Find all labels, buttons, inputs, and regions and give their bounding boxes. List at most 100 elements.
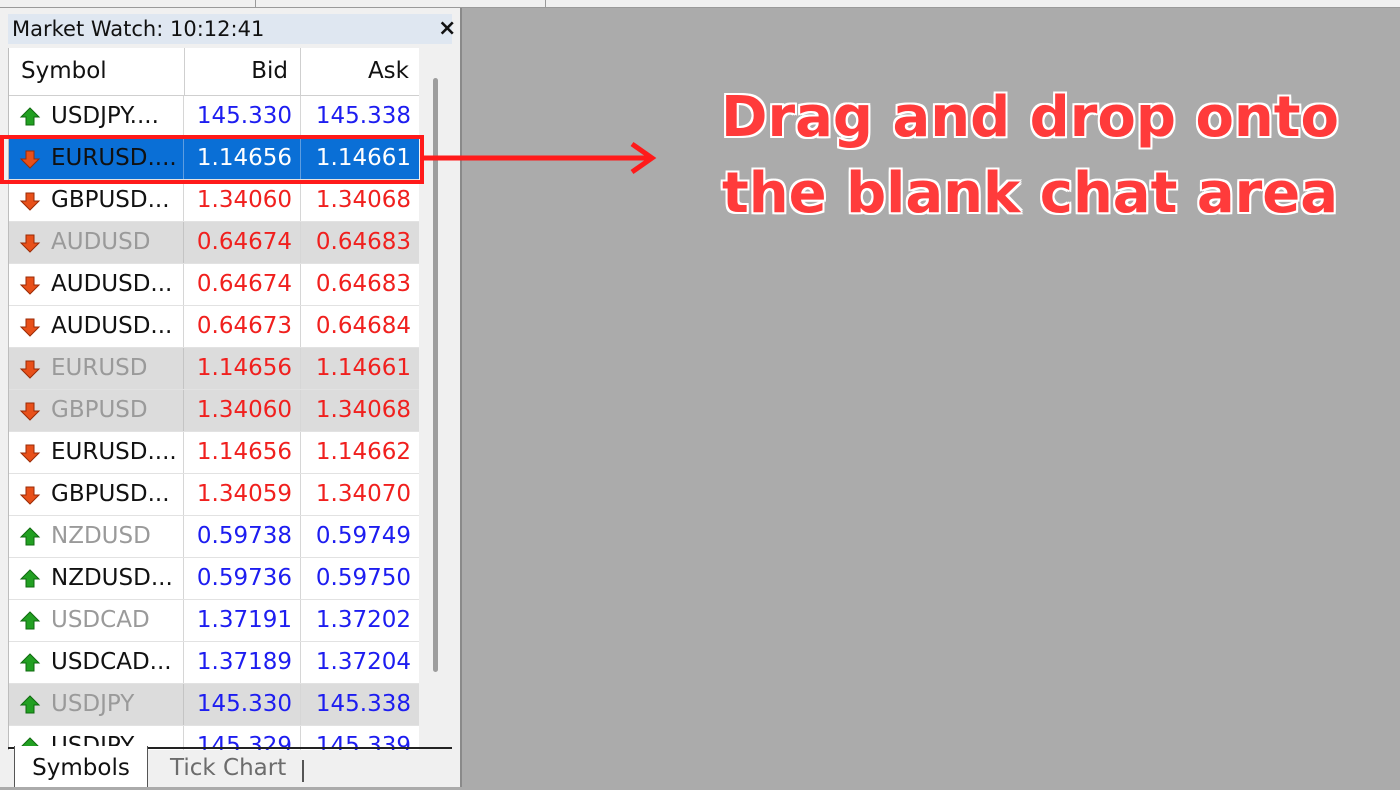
symbol-name: AUDUSD... <box>51 313 173 339</box>
column-header-bid[interactable]: Bid <box>185 48 301 96</box>
symbol-cell[interactable]: GBPUSD... <box>9 474 184 515</box>
table-row[interactable]: EURUSD 1.14656 1.14661 <box>9 348 419 390</box>
bid-price: 0.64674 <box>184 264 301 305</box>
symbol-name: USDCAD... <box>51 649 172 675</box>
symbol-name: AUDUSD <box>51 229 151 255</box>
ask-price: 1.37202 <box>315 607 411 633</box>
down-arrow-icon <box>19 360 41 379</box>
table-row[interactable]: USDJPY 145.330 145.338 <box>9 684 419 726</box>
market-watch-panel: Market Watch: 10:12:41 × Symbol Bid Ask … <box>0 8 462 787</box>
symbol-cell[interactable]: USDJPY.... <box>9 96 184 137</box>
symbol-name: NZDUSD... <box>51 565 173 591</box>
instruction-line-2: the blank chat area <box>721 161 1339 226</box>
symbol-cell[interactable]: EURUSD <box>9 348 184 389</box>
bid-price: 145.330 <box>184 96 301 137</box>
up-arrow-icon <box>19 107 41 126</box>
market-watch-title: Market Watch: 10:12:41 <box>12 17 265 41</box>
table-row[interactable]: USDCAD... 1.37189 1.37204 <box>9 642 419 684</box>
instruction-line-1: Drag and drop onto <box>720 85 1340 150</box>
symbol-name: GBPUSD <box>51 397 148 423</box>
column-header-symbol[interactable]: Symbol <box>9 48 185 96</box>
toolbar-divider <box>255 0 256 7</box>
ask-price: 0.64684 <box>315 313 411 339</box>
bid-price: 0.59738 <box>184 516 301 557</box>
symbol-cell[interactable]: AUDUSD <box>9 222 184 263</box>
up-arrow-icon <box>19 653 41 672</box>
bid-price: 1.34060 <box>184 180 301 221</box>
bid-price: 1.37191 <box>184 600 301 641</box>
ask-price: 1.14662 <box>315 439 411 465</box>
ask-price: 0.64683 <box>315 271 411 297</box>
up-arrow-icon <box>19 527 41 546</box>
table-row[interactable]: AUDUSD... 0.64673 0.64684 <box>9 306 419 348</box>
market-watch-titlebar[interactable]: Market Watch: 10:12:41 × <box>8 14 456 44</box>
ask-price: 1.34068 <box>315 187 411 213</box>
ask-price: 145.338 <box>315 103 411 129</box>
selected-row-highlight-box <box>0 135 424 184</box>
up-arrow-icon <box>19 695 41 714</box>
column-header-ask[interactable]: Ask <box>301 48 419 96</box>
table-row[interactable]: AUDUSD 0.64674 0.64683 <box>9 222 419 264</box>
table-row[interactable]: GBPUSD 1.34060 1.34068 <box>9 390 419 432</box>
ask-price: 1.14661 <box>315 355 411 381</box>
table-row[interactable]: GBPUSD... 1.34060 1.34068 <box>9 180 419 222</box>
symbol-name: USDCAD <box>51 607 150 633</box>
down-arrow-icon <box>19 192 41 211</box>
symbol-name: AUDUSD... <box>51 271 173 297</box>
symbol-cell[interactable]: USDCAD <box>9 600 184 641</box>
table-row[interactable]: NZDUSD... 0.59736 0.59750 <box>9 558 419 600</box>
symbol-cell[interactable]: AUDUSD... <box>9 264 184 305</box>
bid-price: 1.34060 <box>184 390 301 431</box>
tab-symbols[interactable]: Symbols <box>14 746 148 787</box>
ask-price: 0.64683 <box>315 229 411 255</box>
symbol-cell[interactable]: NZDUSD <box>9 516 184 557</box>
symbol-name: USDJPY <box>51 691 135 717</box>
symbol-cell[interactable]: EURUSD.... <box>9 432 184 473</box>
down-arrow-icon <box>19 402 41 421</box>
symbol-cell[interactable]: GBPUSD... <box>9 180 184 221</box>
symbol-cell[interactable]: USDJPY <box>9 684 184 725</box>
bid-price: 145.330 <box>184 684 301 725</box>
symbol-name: EURUSD <box>51 355 148 381</box>
ask-price: 1.34068 <box>315 397 411 423</box>
symbol-name: EURUSD.... <box>51 439 177 465</box>
table-row[interactable]: USDCAD 1.37191 1.37202 <box>9 600 419 642</box>
pointer-arrow-icon <box>424 141 657 175</box>
down-arrow-icon <box>19 444 41 463</box>
table-row[interactable]: AUDUSD... 0.64674 0.64683 <box>9 264 419 306</box>
ask-price: 1.37204 <box>315 649 411 675</box>
symbol-cell[interactable]: AUDUSD... <box>9 306 184 347</box>
symbol-cell[interactable]: GBPUSD <box>9 390 184 431</box>
table-row[interactable]: USDJPY.... 145.330 145.338 <box>9 96 419 138</box>
symbol-name: USDJPY.... <box>51 103 159 129</box>
down-arrow-icon <box>19 318 41 337</box>
bid-price: 0.64673 <box>184 306 301 347</box>
symbol-name: GBPUSD... <box>51 187 170 213</box>
table-row[interactable]: NZDUSD 0.59738 0.59749 <box>9 516 419 558</box>
bid-price: 0.64674 <box>184 222 301 263</box>
bid-price: 1.34059 <box>184 474 301 515</box>
ask-price: 0.59750 <box>315 565 411 591</box>
bid-price: 1.14656 <box>184 348 301 389</box>
symbol-name: NZDUSD <box>51 523 151 549</box>
ask-price: 1.34070 <box>315 481 411 507</box>
bid-price: 1.14656 <box>184 432 301 473</box>
ask-price: 145.338 <box>315 691 411 717</box>
top-toolbar-strip <box>0 0 1400 8</box>
up-arrow-icon <box>19 569 41 588</box>
down-arrow-icon <box>19 276 41 295</box>
symbol-name: GBPUSD... <box>51 481 170 507</box>
close-icon[interactable]: × <box>438 16 456 41</box>
bid-price: 1.37189 <box>184 642 301 683</box>
tab-separator <box>302 760 304 782</box>
tab-tick-chart[interactable]: Tick Chart <box>170 749 286 787</box>
down-arrow-icon <box>19 486 41 505</box>
symbol-cell[interactable]: USDCAD... <box>9 642 184 683</box>
down-arrow-icon <box>19 234 41 253</box>
instruction-callout: Drag and drop onto the blank chat area <box>700 80 1360 232</box>
table-row[interactable]: GBPUSD... 1.34059 1.34070 <box>9 474 419 516</box>
table-row[interactable]: EURUSD.... 1.14656 1.14662 <box>9 432 419 474</box>
symbol-cell[interactable]: NZDUSD... <box>9 558 184 599</box>
up-arrow-icon <box>19 611 41 630</box>
toolbar-divider <box>545 0 546 7</box>
